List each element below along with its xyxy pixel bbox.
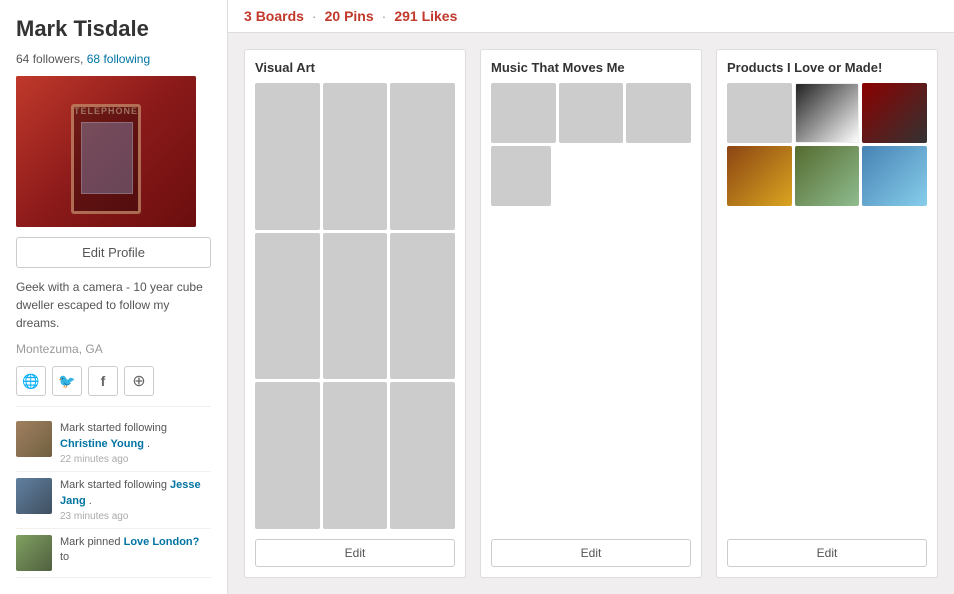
main-content: 3 Boards · 20 Pins · 291 Likes Visual Ar… — [228, 0, 954, 594]
board-edit-button[interactable]: Edit — [727, 539, 927, 567]
likes-count-link[interactable]: 291 Likes — [394, 8, 457, 24]
user-name: Mark Tisdale — [16, 16, 211, 42]
board-title: Music That Moves Me — [491, 60, 691, 75]
board-image — [626, 83, 691, 143]
board-image — [255, 83, 320, 230]
boards-label: Boards — [256, 8, 304, 24]
facebook-icon[interactable]: f — [88, 366, 118, 396]
dot-separator: · — [312, 8, 317, 24]
activity-action: Mark started following — [60, 479, 170, 491]
board-images-grid — [255, 83, 455, 529]
board-image — [323, 83, 388, 230]
phone-box-illustration — [16, 76, 196, 227]
board-images-row1 — [727, 83, 927, 143]
board-image — [255, 233, 320, 380]
board-image — [390, 382, 455, 529]
board-edit-button[interactable]: Edit — [491, 539, 691, 567]
following-label: following — [103, 52, 150, 66]
twitter-icon[interactable]: 🐦 — [52, 366, 82, 396]
profile-photo — [16, 76, 196, 227]
board-image — [727, 146, 792, 206]
boards-count-link[interactable]: 3 Boards — [244, 8, 304, 24]
activity-text: Mark started following Christine Young . — [60, 421, 211, 452]
likes-count: 291 — [394, 8, 417, 24]
avatar — [16, 535, 52, 571]
board-images-row2 — [491, 146, 691, 206]
board-edit-button[interactable]: Edit — [255, 539, 455, 567]
board-title: Products I Love or Made! — [727, 60, 927, 75]
location-text: Montezuma, GA — [16, 342, 211, 356]
board-image — [323, 233, 388, 380]
board-image — [862, 146, 927, 206]
rss-icon[interactable]: ⊕ — [124, 366, 154, 396]
board-image — [491, 83, 556, 143]
bio-text: Geek with a camera - 10 year cube dwelle… — [16, 278, 211, 332]
activity-time: 23 minutes ago — [60, 511, 211, 522]
activity-item: Mark pinned Love London? to — [16, 529, 211, 578]
board-image — [323, 382, 388, 529]
boards-count: 3 — [244, 8, 252, 24]
activity-suffix: to — [60, 551, 69, 563]
activity-action: Mark pinned — [60, 536, 124, 548]
social-icons-bar: 🌐 🐦 f ⊕ — [16, 366, 211, 396]
followers-label: followers, — [33, 52, 87, 66]
board-image — [255, 382, 320, 529]
following-count: 68 — [87, 52, 100, 66]
edit-profile-button[interactable]: Edit Profile — [16, 237, 211, 268]
activity-content: Mark started following Jesse Jang . 23 m… — [60, 478, 211, 522]
board-card-visual-art: Visual Art Edit — [244, 49, 466, 578]
pins-count: 20 — [325, 8, 341, 24]
pins-count-link[interactable]: 20 Pins — [325, 8, 374, 24]
board-card-music: Music That Moves Me Edit — [480, 49, 702, 578]
activity-action: Mark started following — [60, 422, 167, 434]
avatar — [16, 421, 52, 457]
avatar — [16, 478, 52, 514]
boards-area: Visual Art Edit Music That Moves Me — [228, 33, 954, 594]
board-images-area — [491, 83, 691, 529]
board-title: Visual Art — [255, 60, 455, 75]
followers-line: 64 followers, 68 following — [16, 52, 211, 66]
activity-item: Mark started following Christine Young .… — [16, 415, 211, 472]
board-images-row2 — [727, 146, 927, 206]
board-image — [795, 83, 860, 143]
board-image — [390, 233, 455, 380]
activity-target-link[interactable]: Love London? — [124, 536, 200, 548]
dot-separator: · — [382, 8, 387, 24]
board-image — [491, 146, 551, 206]
globe-icon[interactable]: 🌐 — [16, 366, 46, 396]
topbar: 3 Boards · 20 Pins · 291 Likes — [228, 0, 954, 33]
pins-label: Pins — [344, 8, 374, 24]
sidebar: Mark Tisdale 64 followers, 68 following … — [0, 0, 228, 594]
board-image — [795, 146, 860, 206]
board-images-row1 — [491, 83, 691, 143]
board-image — [559, 83, 624, 143]
board-image — [862, 83, 927, 143]
activity-feed: Mark started following Christine Young .… — [16, 406, 211, 578]
board-images-area — [727, 83, 927, 529]
followers-count: 64 — [16, 52, 29, 66]
likes-label: Likes — [422, 8, 458, 24]
activity-suffix: . — [147, 438, 150, 450]
phone-box-inner — [71, 104, 141, 214]
activity-target-link[interactable]: Christine Young — [60, 438, 144, 450]
activity-text: Mark started following Jesse Jang . — [60, 478, 211, 509]
activity-text: Mark pinned Love London? to — [60, 535, 211, 566]
activity-item: Mark started following Jesse Jang . 23 m… — [16, 472, 211, 529]
board-card-products: Products I Love or Made! Edit — [716, 49, 938, 578]
activity-content: Mark pinned Love London? to — [60, 535, 211, 566]
board-image — [390, 83, 455, 230]
activity-content: Mark started following Christine Young .… — [60, 421, 211, 465]
activity-time: 22 minutes ago — [60, 454, 211, 465]
activity-suffix: . — [89, 495, 92, 507]
following-link[interactable]: 68 following — [87, 52, 150, 66]
board-image — [727, 83, 792, 143]
